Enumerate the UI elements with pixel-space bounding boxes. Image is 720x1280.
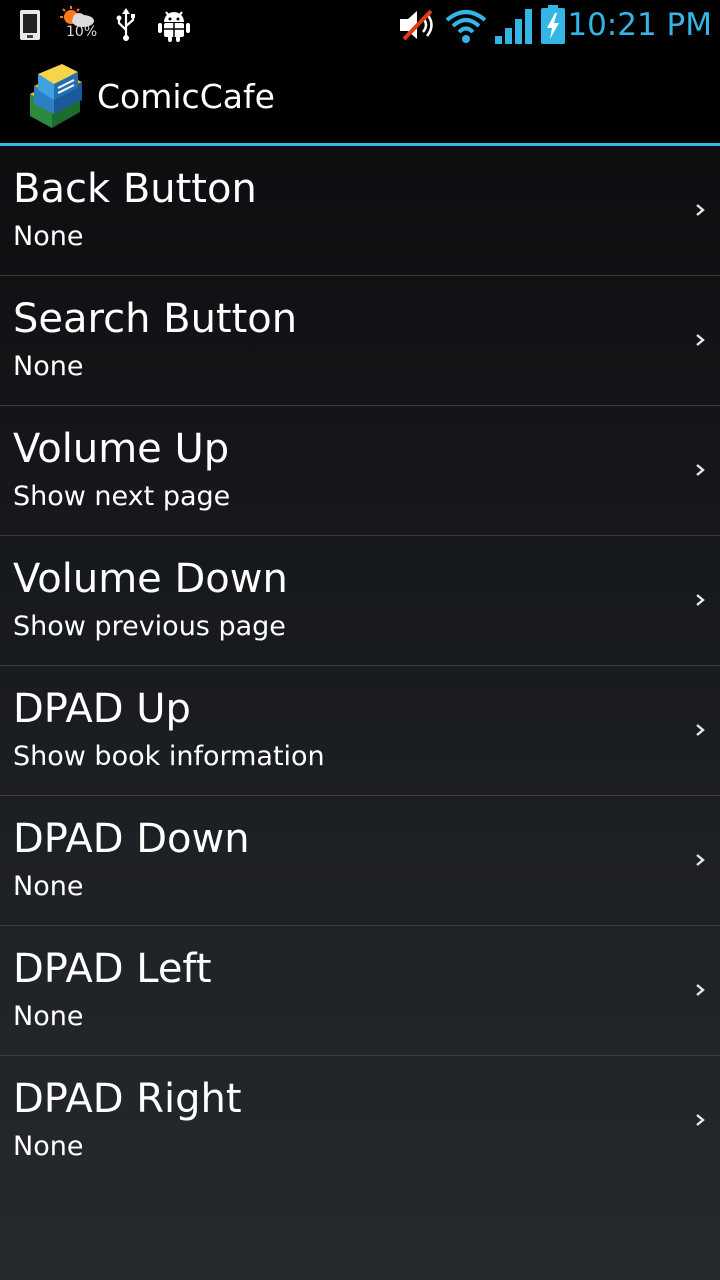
mute-icon [400,9,433,41]
pref-item-dpad-up[interactable]: DPAD Up Show book information [0,666,720,796]
pref-title: Volume Down [13,556,288,602]
phone-icon [20,10,40,40]
pref-summary: None [13,871,84,902]
chevron-right-icon [696,854,705,866]
pref-summary: Show next page [13,481,231,512]
pref-title: Volume Up [13,426,230,472]
pref-title: DPAD Down [13,816,250,862]
pref-item-volume-up[interactable]: Volume Up Show next page [0,406,720,536]
chevron-right-icon [696,1114,705,1126]
pref-item-dpad-left[interactable]: DPAD Left None [0,926,720,1056]
pref-summary: None [13,1131,84,1162]
pref-title: Back Button [13,166,257,212]
android-debug-icon [158,11,190,42]
pref-title: DPAD Left [13,946,212,992]
app-title: ComicCafe [97,77,275,116]
signal-icon [495,9,532,44]
pref-summary: None [13,1001,84,1032]
battery-charging-icon [541,5,565,44]
pref-item-back-button[interactable]: Back Button None [0,146,720,276]
wifi-icon [445,10,487,43]
chevron-right-icon [696,724,705,736]
usb-icon [116,8,135,41]
pref-item-dpad-down[interactable]: DPAD Down None [0,796,720,926]
pref-summary: None [13,221,84,252]
chevron-right-icon [696,334,705,346]
pref-title: DPAD Up [13,686,191,732]
comiccafe-books-icon[interactable] [22,64,88,130]
pref-summary: Show previous page [13,611,286,642]
pref-summary: None [13,351,84,382]
action-bar: ComicCafe [0,50,720,143]
chevron-right-icon [696,464,705,476]
screen: 10% 10:21 PM ComicCafe Back Button None … [0,0,720,1280]
chevron-right-icon [696,204,705,216]
pref-item-volume-down[interactable]: Volume Down Show previous page [0,536,720,666]
chevron-right-icon [696,984,705,996]
pref-item-search-button[interactable]: Search Button None [0,276,720,406]
status-time: 10:21 PM [567,7,712,43]
chevron-right-icon [696,594,705,606]
weather-percent: 10% [66,24,98,40]
preference-list: Back Button None Search Button None Volu… [0,146,720,1185]
status-bar: 10% 10:21 PM [0,0,720,50]
pref-item-dpad-right[interactable]: DPAD Right None [0,1056,720,1185]
pref-title: DPAD Right [13,1076,242,1122]
pref-summary: Show book information [13,741,325,772]
pref-title: Search Button [13,296,298,342]
